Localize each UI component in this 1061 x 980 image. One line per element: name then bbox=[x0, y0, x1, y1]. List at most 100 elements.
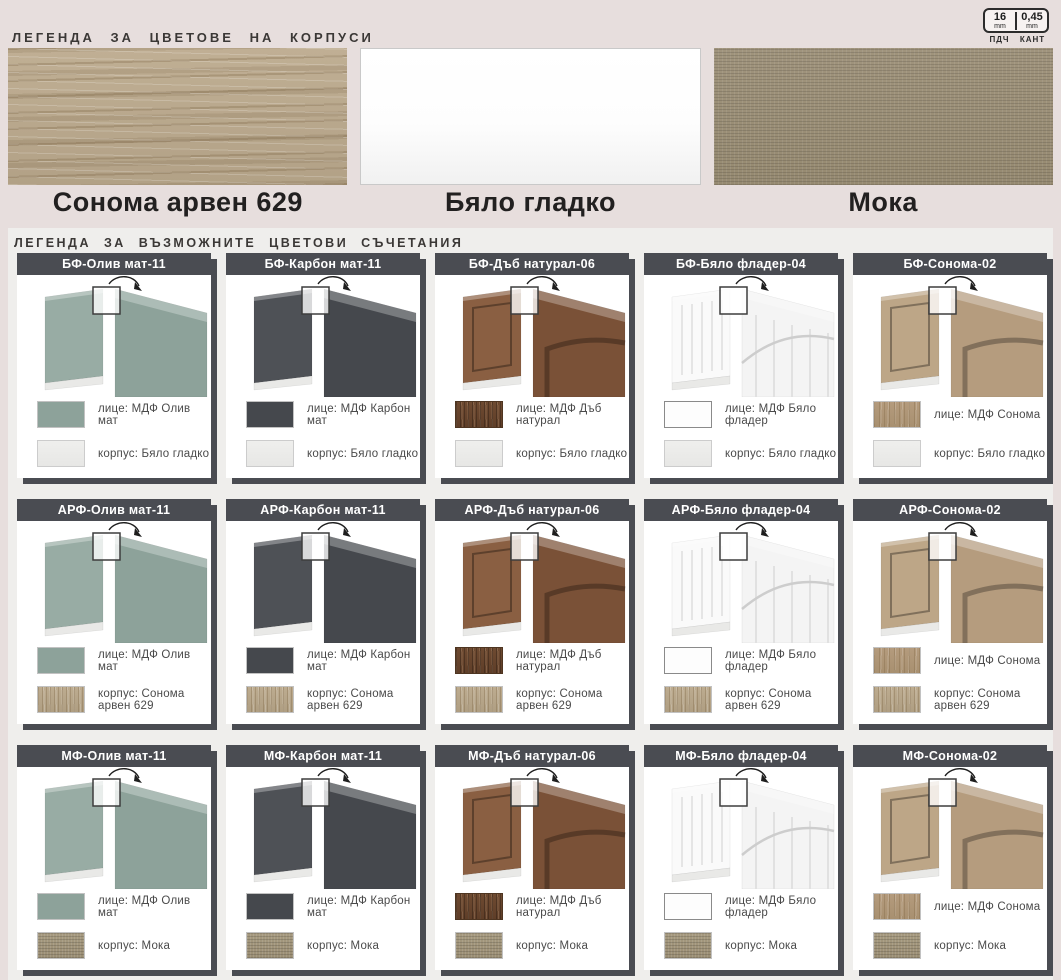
card-title: МФ-Бяло фладер-04 bbox=[644, 745, 838, 767]
body-label: корпус: Мока bbox=[725, 940, 797, 952]
zoom-arrow-icon bbox=[736, 769, 766, 778]
body-swatch-row: корпус: Бяло гладко bbox=[37, 440, 211, 467]
swatch-label-moka: Мока bbox=[713, 185, 1053, 218]
face-swatch-row: лице: МДФ Сонома bbox=[873, 647, 1047, 674]
body-swatch-row: корпус: Бяло гладко bbox=[246, 440, 420, 467]
zoom-arrow-icon bbox=[736, 523, 766, 532]
face-label: лице: МДФ Олив мат bbox=[98, 403, 211, 427]
zoom-arrow-icon bbox=[109, 523, 139, 532]
body-swatch-row: корпус: Мока bbox=[455, 932, 629, 959]
body-colors-legend-title: ЛЕГЕНДА ЗА ЦВЕТОВЕ НА КОРПУСИ bbox=[12, 30, 374, 45]
magnifier-icon bbox=[93, 533, 120, 560]
body-label: корпус: Бяло гладко bbox=[307, 448, 418, 460]
body-swatch bbox=[664, 932, 712, 959]
card-title: МФ-Сонома-02 bbox=[853, 745, 1047, 767]
face-swatch bbox=[37, 647, 85, 674]
zoom-arrow-icon bbox=[109, 769, 139, 778]
door-illustration-svg bbox=[853, 275, 1047, 397]
face-swatch bbox=[246, 401, 294, 428]
combination-card: АРФ-Олив мат-11 bbox=[17, 499, 211, 724]
magnifier-icon bbox=[720, 287, 747, 314]
zoom-arrow-icon bbox=[318, 769, 348, 778]
face-label: лице: МДФ Бяло фладер bbox=[725, 649, 838, 673]
face-label: лице: МДФ Дъб натурал bbox=[516, 403, 629, 427]
door-illustration-svg bbox=[17, 275, 211, 397]
door-illustration bbox=[17, 275, 211, 397]
edge-thickness-cell: 0,45 mm bbox=[1015, 12, 1047, 30]
face-swatch-row: лице: МДФ Карбон мат bbox=[246, 893, 420, 920]
zoom-arrow-icon bbox=[318, 523, 348, 532]
body-label: корпус: Сонома арвен 629 bbox=[934, 688, 1047, 712]
zoom-arrow-icon bbox=[945, 769, 975, 778]
combinations-title: ЛЕГЕНДА ЗА ВЪЗМОЖНИТЕ ЦВЕТОВИ СЪЧЕТАНИЯ bbox=[14, 236, 463, 250]
door-illustration-svg bbox=[853, 767, 1047, 889]
door-illustration bbox=[226, 521, 420, 643]
catalog-page: { "header": { "legend_bodies_title": "ЛЕ… bbox=[0, 0, 1061, 980]
combination-grid: БФ-Олив мат-11 bbox=[17, 253, 1047, 970]
door-illustration-svg bbox=[853, 521, 1047, 643]
face-swatch-row: лице: МДФ Бяло фладер bbox=[664, 893, 838, 920]
card-title: БФ-Карбон мат-11 bbox=[226, 253, 420, 275]
door-illustration-svg bbox=[226, 767, 420, 889]
face-swatch bbox=[873, 893, 921, 920]
magnifier-icon bbox=[929, 779, 956, 806]
door-illustration-svg bbox=[226, 521, 420, 643]
face-label: лице: МДФ Бяло фладер bbox=[725, 895, 838, 919]
body-swatch-row: корпус: Бяло гладко bbox=[455, 440, 629, 467]
body-colors-legend-section: ЛЕГЕНДА ЗА ЦВЕТОВЕ НА КОРПУСИ 16 mm 0,45… bbox=[0, 0, 1061, 228]
body-swatch-row: корпус: Сонома арвен 629 bbox=[664, 686, 838, 713]
body-swatch bbox=[873, 932, 921, 959]
face-swatch-row: лице: МДФ Дъб натурал bbox=[455, 401, 629, 428]
combination-card: АРФ-Карбон мат-11 bbox=[226, 499, 420, 724]
zoom-arrow-icon bbox=[527, 523, 557, 532]
card-title: БФ-Бяло фладер-04 bbox=[644, 253, 838, 275]
body-label: корпус: Сонома арвен 629 bbox=[307, 688, 420, 712]
door-illustration bbox=[644, 767, 838, 889]
door-illustration bbox=[435, 767, 629, 889]
edge-badge-labels: ПДЧ КАНТ bbox=[983, 35, 1049, 44]
card-title: БФ-Олив мат-11 bbox=[17, 253, 211, 275]
door-illustration-svg bbox=[644, 767, 838, 889]
edge-thickness-unit: mm bbox=[1017, 23, 1047, 30]
face-label: лице: МДФ Олив мат bbox=[98, 649, 211, 673]
body-swatch-row: корпус: Бяло гладко bbox=[664, 440, 838, 467]
card-title: АРФ-Дъб натурал-06 bbox=[435, 499, 629, 521]
body-swatch bbox=[246, 440, 294, 467]
door-illustration-svg bbox=[226, 275, 420, 397]
face-swatch bbox=[246, 647, 294, 674]
body-swatch bbox=[37, 440, 85, 467]
face-label: лице: МДФ Карбон мат bbox=[307, 895, 420, 919]
magnifier-icon bbox=[720, 533, 747, 560]
door-illustration-svg bbox=[644, 275, 838, 397]
edge-thickness-value: 0,45 bbox=[1017, 12, 1047, 23]
door-illustration-svg bbox=[435, 767, 629, 889]
body-swatch-row: корпус: Сонома арвен 629 bbox=[873, 686, 1047, 713]
zoom-arrow-icon bbox=[318, 277, 348, 286]
card-title: АРФ-Олив мат-11 bbox=[17, 499, 211, 521]
card-title: МФ-Олив мат-11 bbox=[17, 745, 211, 767]
face-swatch bbox=[455, 647, 503, 674]
face-swatch bbox=[664, 893, 712, 920]
zoom-arrow-icon bbox=[945, 523, 975, 532]
face-swatch-row: лице: МДФ Бяло фладер bbox=[664, 647, 838, 674]
face-swatch-row: лице: МДФ Бяло фладер bbox=[664, 401, 838, 428]
combination-card: БФ-Дъб натурал-06 bbox=[435, 253, 629, 478]
body-color-labels: Сонома арвен 629 Бяло гладко Мока bbox=[8, 185, 1053, 218]
card-title: АРФ-Сонома-02 bbox=[853, 499, 1047, 521]
magnifier-icon bbox=[93, 287, 120, 314]
combination-card: МФ-Бяло фладер-04 bbox=[644, 745, 838, 970]
zoom-arrow-icon bbox=[945, 277, 975, 286]
combination-card: МФ-Дъб натурал-06 bbox=[435, 745, 629, 970]
zoom-arrow-icon bbox=[109, 277, 139, 286]
card-title: МФ-Карбон мат-11 bbox=[226, 745, 420, 767]
face-swatch bbox=[455, 893, 503, 920]
face-label: лице: МДФ Олив мат bbox=[98, 895, 211, 919]
body-label: корпус: Сонома арвен 629 bbox=[516, 688, 629, 712]
combination-card: МФ-Карбон мат-11 bbox=[226, 745, 420, 970]
body-swatch-row: корпус: Сонома арвен 629 bbox=[455, 686, 629, 713]
door-illustration bbox=[435, 275, 629, 397]
body-label: корпус: Бяло гладко bbox=[725, 448, 836, 460]
door-illustration bbox=[17, 767, 211, 889]
door-illustration-svg bbox=[435, 275, 629, 397]
body-label: корпус: Мока bbox=[98, 940, 170, 952]
